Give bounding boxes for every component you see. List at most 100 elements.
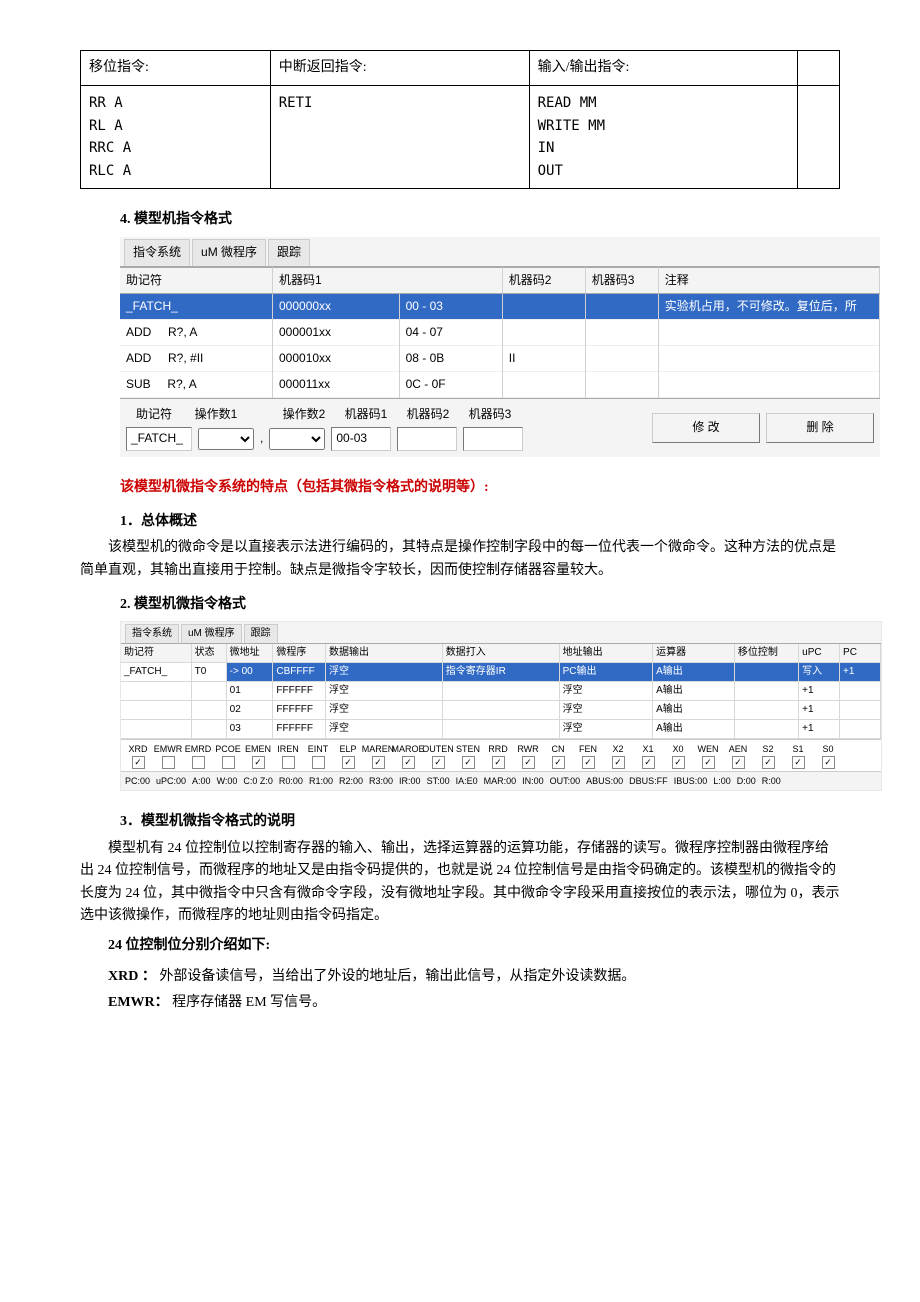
- col-note: 注释: [658, 267, 879, 293]
- col-mnemonic: 助记符: [120, 267, 273, 293]
- flag-x2[interactable]: X2✓: [605, 742, 631, 769]
- flag-eint[interactable]: EINT: [305, 742, 331, 769]
- status-item: MAR:00: [484, 774, 517, 788]
- microinstruction-panel: 指令系统 uM 微程序 跟踪 助记符状态微地址微程序数据输出数据打入地址输出运算…: [120, 621, 882, 792]
- subsection-1-title: 1．总体概述: [120, 511, 840, 533]
- flag-maren[interactable]: MAREN✓: [365, 742, 391, 769]
- td-reti: RETI: [270, 86, 529, 189]
- status-item: ABUS:00: [586, 774, 623, 788]
- tab2-instruction-system[interactable]: 指令系统: [125, 624, 179, 643]
- flag-iren[interactable]: IREN: [275, 742, 301, 769]
- flag-fen[interactable]: FEN✓: [575, 742, 601, 769]
- flag-rwr[interactable]: RWR✓: [515, 742, 541, 769]
- micro-table-row[interactable]: 03FFFFFF浮空浮空A输出+1: [121, 719, 881, 738]
- subsection-3-title: 3．模型机微指令格式的说明: [120, 811, 840, 833]
- status-item: W:00: [217, 774, 238, 788]
- tab-microprogram[interactable]: uM 微程序: [192, 239, 266, 265]
- lbl-code2: 机器码2: [400, 405, 456, 424]
- status-item: R:00: [762, 774, 781, 788]
- lbl-op1: 操作数1: [188, 405, 244, 424]
- flag-s1[interactable]: S1✓: [785, 742, 811, 769]
- micro-table-row[interactable]: 01FFFFFF浮空浮空A输出+1: [121, 681, 881, 700]
- instruction-format-panel: 指令系统 uM 微程序 跟踪 助记符 机器码1 机器码2 机器码3 注释 _FA…: [120, 237, 880, 456]
- flag-pcoe[interactable]: PCOE: [215, 742, 241, 769]
- status-item: D:00: [737, 774, 756, 788]
- flag-maroe[interactable]: MAROE✓: [395, 742, 421, 769]
- field-mnemonic[interactable]: _FATCH_: [126, 427, 192, 451]
- flag-aen[interactable]: AEN✓: [725, 742, 751, 769]
- signal-emwr: EMWR： 程序存储器 EM 写信号。: [80, 992, 840, 1014]
- micro-instruction-features-heading: 该模型机微指令系统的特点（包括其微指令格式的说明等）:: [120, 477, 840, 499]
- th-reti: 中断返回指令:: [270, 51, 529, 86]
- status-item: OUT:00: [550, 774, 581, 788]
- subsection-1-body: 该模型机的微命令是以直接表示法进行编码的，其特点是操作控制字段中的每一位代表一个…: [80, 537, 840, 582]
- modify-button[interactable]: 修 改: [652, 413, 760, 442]
- instruction-category-table: 移位指令: 中断返回指令: 输入/输出指令: RR A RL A RRC A R…: [80, 50, 840, 189]
- control-bits-intro: 24 位控制位分别介绍如下:: [80, 935, 840, 957]
- status-item: DBUS:FF: [629, 774, 668, 788]
- micro-table-row[interactable]: _FATCH_T0-> 00CBFFFF浮空指令寄存器IRPC输出A输出写入+1: [121, 662, 881, 681]
- control-bits-row: XRD✓EMWREMRDPCOEEMEN✓IRENEINTELP✓MAREN✓M…: [121, 739, 881, 771]
- status-item: IA:E0: [456, 774, 478, 788]
- col-code3: 机器码3: [585, 267, 658, 293]
- lbl-code1: 机器码1: [338, 405, 394, 424]
- th-shift: 移位指令:: [81, 51, 271, 86]
- lbl-op2: 操作数2: [276, 405, 332, 424]
- status-item: uPC:00: [156, 774, 186, 788]
- status-item: IBUS:00: [674, 774, 708, 788]
- status-item: R1:00: [309, 774, 333, 788]
- flag-x1[interactable]: X1✓: [635, 742, 661, 769]
- status-item: IN:00: [522, 774, 544, 788]
- field-code1[interactable]: 00-03: [331, 427, 391, 451]
- lbl-mnemonic: 助记符: [126, 405, 182, 424]
- tab-instruction-system[interactable]: 指令系统: [124, 239, 190, 265]
- flag-wen[interactable]: WEN✓: [695, 742, 721, 769]
- tab2-microprogram[interactable]: uM 微程序: [181, 624, 242, 643]
- status-item: IR:00: [399, 774, 421, 788]
- section-4-title: 4. 模型机指令格式: [120, 209, 840, 231]
- status-item: R3:00: [369, 774, 393, 788]
- field-code3[interactable]: [463, 427, 523, 451]
- flag-emrd[interactable]: EMRD: [185, 742, 211, 769]
- table-row[interactable]: SUB R?, A000011xx0C - 0F: [120, 372, 880, 398]
- status-item: R2:00: [339, 774, 363, 788]
- lbl-code3: 机器码3: [462, 405, 518, 424]
- flag-s0[interactable]: S0✓: [815, 742, 841, 769]
- status-item: L:00: [713, 774, 731, 788]
- status-item: ST:00: [427, 774, 450, 788]
- flag-emwr[interactable]: EMWR: [155, 742, 181, 769]
- signal-xrd: XRD ： 外部设备读信号，当给出了外设的地址后，输出此信号，从指定外设读数据。: [80, 966, 840, 988]
- td-empty: [798, 86, 840, 189]
- td-shift: RR A RL A RRC A RLC A: [81, 86, 271, 189]
- select-op2[interactable]: [269, 428, 325, 450]
- status-item: R0:00: [279, 774, 303, 788]
- table-row[interactable]: ADD R?, A000001xx04 - 07: [120, 319, 880, 345]
- micro-table-row[interactable]: 02FFFFFF浮空浮空A输出+1: [121, 700, 881, 719]
- select-op1[interactable]: [198, 428, 254, 450]
- delete-button[interactable]: 删 除: [766, 413, 874, 442]
- field-code2[interactable]: [397, 427, 457, 451]
- status-item: A:00: [192, 774, 211, 788]
- flag-sten[interactable]: STEN✓: [455, 742, 481, 769]
- table-row[interactable]: _FATCH_000000xx00 - 03实验机占用，不可修改。复位后，所: [120, 293, 880, 319]
- th-io: 输入/输出指令:: [529, 51, 797, 86]
- subsection-2-title: 2. 模型机微指令格式: [120, 594, 840, 616]
- table-row[interactable]: ADD R?, #II000010xx08 - 0BII: [120, 346, 880, 372]
- flag-s2[interactable]: S2✓: [755, 742, 781, 769]
- tab2-trace[interactable]: 跟踪: [244, 624, 278, 643]
- tab-trace[interactable]: 跟踪: [268, 239, 310, 265]
- subsection-3-body: 模型机有 24 位控制位以控制寄存器的输入、输出，选择运算器的运算功能，存储器的…: [80, 838, 840, 928]
- col-code2: 机器码2: [502, 267, 585, 293]
- status-item: PC:00: [125, 774, 150, 788]
- flag-cn[interactable]: CN✓: [545, 742, 571, 769]
- flag-emen[interactable]: EMEN✓: [245, 742, 271, 769]
- td-io: READ MM WRITE MM IN OUT: [529, 86, 797, 189]
- col-code1: 机器码1: [273, 267, 503, 293]
- flag-xrd[interactable]: XRD✓: [125, 742, 151, 769]
- status-bar: PC:00uPC:00A:00W:00C:0 Z:0R0:00R1:00R2:0…: [121, 771, 881, 790]
- flag-outen[interactable]: OUTEN✓: [425, 742, 451, 769]
- flag-x0[interactable]: X0✓: [665, 742, 691, 769]
- comma: ,: [260, 429, 263, 448]
- flag-rrd[interactable]: RRD✓: [485, 742, 511, 769]
- flag-elp[interactable]: ELP✓: [335, 742, 361, 769]
